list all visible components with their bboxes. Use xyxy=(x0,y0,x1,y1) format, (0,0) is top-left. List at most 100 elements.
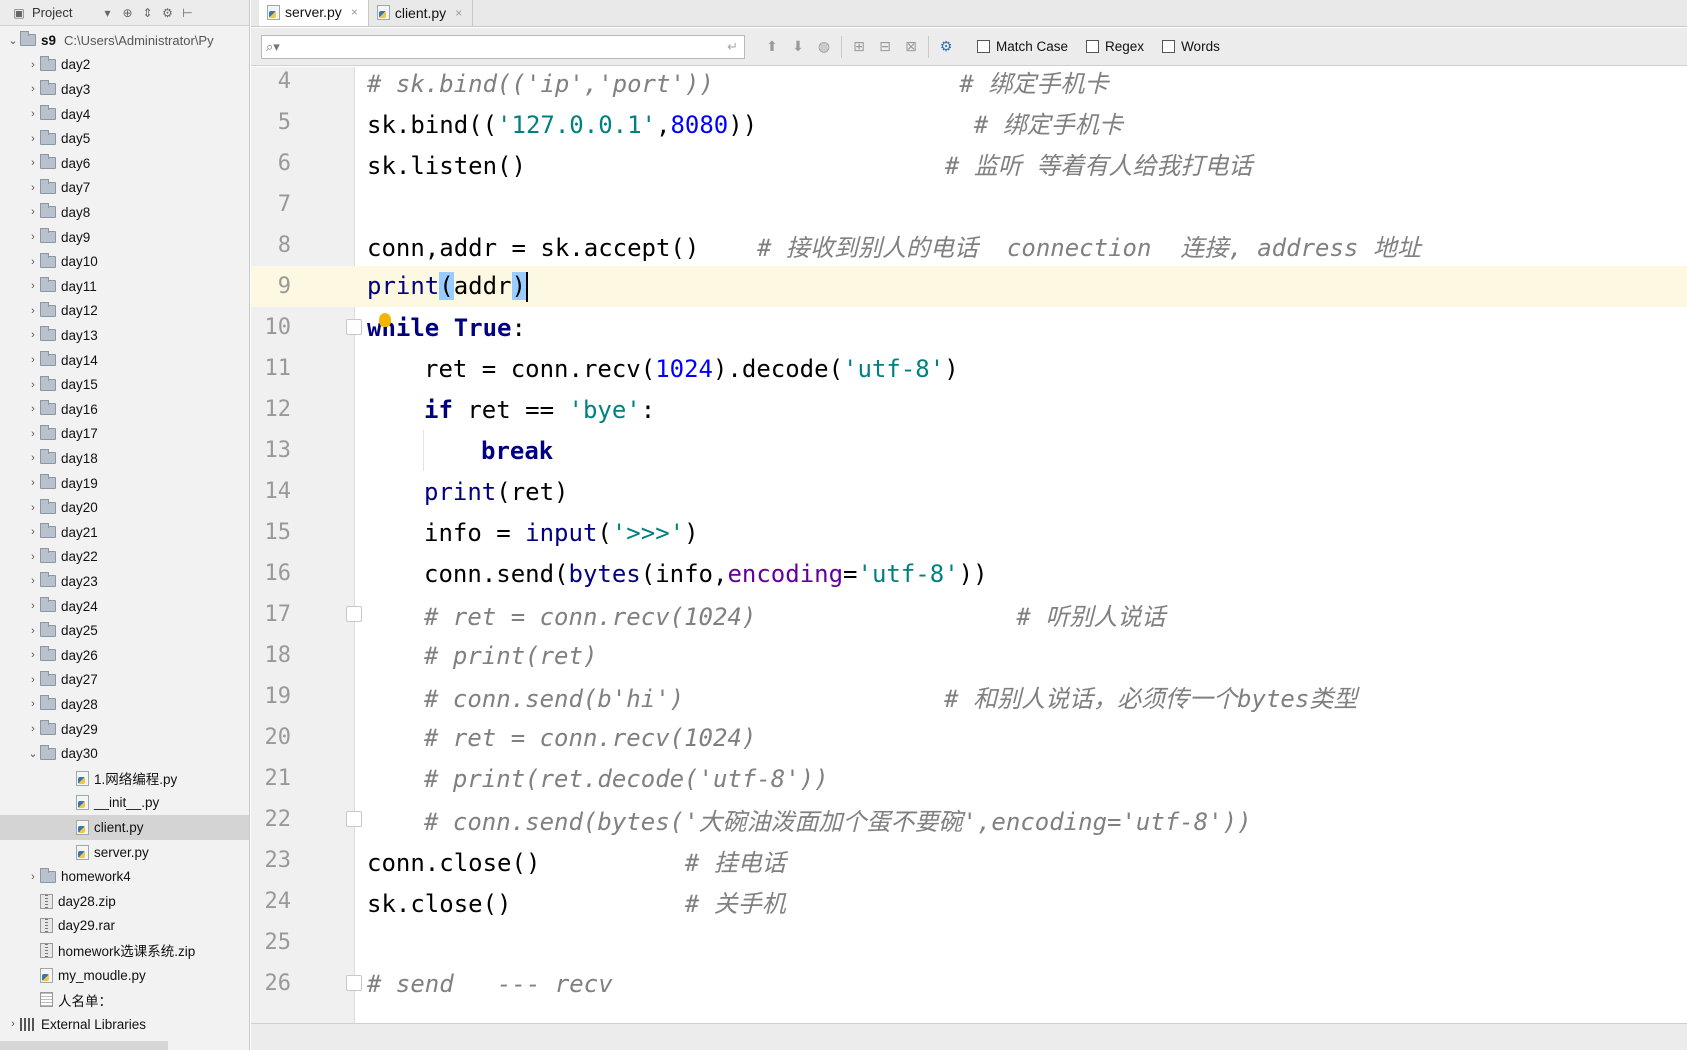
collapse-icon[interactable]: ⇕ xyxy=(140,6,154,20)
hide-icon[interactable]: ⊢ xyxy=(180,6,194,20)
previous-occurrence-icon[interactable]: ⬆ xyxy=(759,38,785,55)
tree-file[interactable]: __init__.py xyxy=(0,791,249,816)
checkbox-box[interactable] xyxy=(1086,40,1100,53)
tree-folder-day5[interactable]: › day5 xyxy=(0,126,249,151)
filter-settings-icon[interactable]: ⚙ xyxy=(933,38,959,55)
code-line[interactable]: 9 print(addr) xyxy=(251,266,1687,307)
tree-folder-day28[interactable]: › day28 xyxy=(0,692,249,717)
tree-external-libraries[interactable]: › External Libraries xyxy=(0,1012,249,1037)
tree-folder-day19[interactable]: › day19 xyxy=(0,471,249,496)
code-line[interactable]: 20 # ret = conn.recv(1024) xyxy=(251,717,1687,758)
tree-folder-day9[interactable]: › day9 xyxy=(0,225,249,250)
tab-client-py[interactable]: client.py × xyxy=(369,0,474,26)
checkbox-box[interactable] xyxy=(977,40,990,53)
chevron-right-icon[interactable]: › xyxy=(26,256,40,268)
chevron-right-icon[interactable]: › xyxy=(26,280,40,292)
fold-marker-icon[interactable] xyxy=(346,975,362,991)
remove-selection-icon[interactable]: ⊟ xyxy=(872,38,898,55)
chevron-right-icon[interactable]: › xyxy=(26,329,40,341)
chevron-right-icon[interactable]: › xyxy=(26,625,40,637)
code-line[interactable]: 17 # ret = conn.recv(1024) # 听别人说话 xyxy=(251,594,1687,635)
tree-item[interactable]: my_moudle.py xyxy=(0,963,249,988)
chevron-right-icon[interactable]: › xyxy=(6,1018,20,1030)
chevron-right-icon[interactable]: › xyxy=(26,83,40,95)
code-editor[interactable]: 4 # sk.bind(('ip','port')) # 绑定手机卡 5 sk.bin… xyxy=(251,67,1687,1023)
tree-folder-day30[interactable]: ⌄ day30 xyxy=(0,741,249,766)
tree-folder-day29[interactable]: › day29 xyxy=(0,717,249,742)
code-line[interactable]: 12 if ret == 'bye': xyxy=(251,389,1687,430)
tree-folder-day6[interactable]: › day6 xyxy=(0,151,249,176)
tree-item[interactable]: day28.zip xyxy=(0,889,249,914)
close-tab-icon[interactable]: × xyxy=(455,6,462,20)
chevron-right-icon[interactable]: › xyxy=(26,354,40,366)
code-line[interactable]: 24 sk.close() # 关手机 xyxy=(251,881,1687,922)
fold-marker-icon[interactable] xyxy=(346,319,362,335)
chevron-right-icon[interactable]: › xyxy=(26,206,40,218)
chevron-right-icon[interactable]: › xyxy=(26,477,40,489)
tree-folder-day18[interactable]: › day18 xyxy=(0,446,249,471)
tree-folder-day8[interactable]: › day8 xyxy=(0,200,249,225)
code-line[interactable]: 14 print(ret) xyxy=(251,471,1687,512)
chevron-right-icon[interactable]: › xyxy=(26,575,40,587)
find-input-wrap[interactable]: ⌕▾ ↵ xyxy=(261,34,745,59)
fold-marker-icon[interactable] xyxy=(346,811,362,827)
tree-folder-day12[interactable]: › day12 xyxy=(0,299,249,324)
tree-item[interactable]: › homework4 xyxy=(0,864,249,889)
tree-folder-day20[interactable]: › day20 xyxy=(0,495,249,520)
code-line[interactable]: 10 while True: xyxy=(251,307,1687,348)
add-selection-icon[interactable]: ⊞ xyxy=(846,38,872,55)
code-line[interactable]: 19 # conn.send(b'hi') # 和别人说话，必须传一个bytes类… xyxy=(251,676,1687,717)
tree-folder-day11[interactable]: › day11 xyxy=(0,274,249,299)
search-icon[interactable]: ⌕▾ xyxy=(266,39,280,55)
chevron-right-icon[interactable]: › xyxy=(26,428,40,440)
chevron-right-icon[interactable]: › xyxy=(26,305,40,317)
chevron-right-icon[interactable]: › xyxy=(26,133,40,145)
code-line[interactable]: 11 ret = conn.recv(1024).decode('utf-8') xyxy=(251,348,1687,389)
chevron-right-icon[interactable]: › xyxy=(26,649,40,661)
find-all-icon[interactable]: ◍ xyxy=(811,38,837,55)
tree-folder-day26[interactable]: › day26 xyxy=(0,643,249,668)
words-checkbox[interactable]: Words xyxy=(1162,39,1220,54)
code-line[interactable]: 7 xyxy=(251,184,1687,225)
chevron-right-icon[interactable]: › xyxy=(26,452,40,464)
chevron-right-icon[interactable]: › xyxy=(26,871,40,883)
code-line[interactable]: 21 # print(ret.decode('utf-8')) xyxy=(251,758,1687,799)
tree-folder-day10[interactable]: › day10 xyxy=(0,249,249,274)
dropdown-icon[interactable]: ▾ xyxy=(100,6,114,20)
find-input[interactable] xyxy=(283,36,728,57)
project-view-label[interactable]: Project xyxy=(32,5,72,20)
expanded-arrow-icon[interactable]: ⌄ xyxy=(6,34,20,47)
tree-item[interactable]: homework选课系统.zip xyxy=(0,938,249,963)
chevron-right-icon[interactable]: › xyxy=(26,600,40,612)
tree-item[interactable]: day29.rar xyxy=(0,914,249,939)
match-case-checkbox[interactable]: Match Case xyxy=(977,39,1068,54)
checkbox-box[interactable] xyxy=(1162,40,1176,53)
chevron-right-icon[interactable]: › xyxy=(26,182,40,194)
chevron-right-icon[interactable]: › xyxy=(26,403,40,415)
horizontal-scrollbar[interactable] xyxy=(0,1041,168,1050)
tree-folder-day13[interactable]: › day13 xyxy=(0,323,249,348)
chevron-right-icon[interactable]: › xyxy=(26,108,40,120)
tree-folder-day24[interactable]: › day24 xyxy=(0,594,249,619)
tree-folder-day2[interactable]: › day2 xyxy=(0,53,249,78)
tree-folder-day15[interactable]: › day15 xyxy=(0,372,249,397)
chevron-right-icon[interactable]: › xyxy=(26,231,40,243)
code-line[interactable]: 13 break xyxy=(251,430,1687,471)
code-line[interactable]: 4 # sk.bind(('ip','port')) # 绑定手机卡 xyxy=(251,67,1687,102)
locate-icon[interactable]: ⊕ xyxy=(120,6,134,20)
chevron-right-icon[interactable]: › xyxy=(26,157,40,169)
tree-root[interactable]: ⌄ s9 C:\Users\Administrator\Py xyxy=(0,28,249,53)
chevron-right-icon[interactable]: › xyxy=(26,698,40,710)
chevron-right-icon[interactable]: › xyxy=(26,674,40,686)
code-line[interactable]: 22 # conn.send(bytes('大碗油泼面加个蛋不要碗',encodi… xyxy=(251,799,1687,840)
chevron-right-icon[interactable]: › xyxy=(26,526,40,538)
intention-bulb-icon[interactable] xyxy=(379,313,391,327)
tree-folder-day27[interactable]: › day27 xyxy=(0,668,249,693)
tree-folder-day25[interactable]: › day25 xyxy=(0,618,249,643)
tree-file[interactable]: client.py xyxy=(0,815,249,840)
tree-folder-day14[interactable]: › day14 xyxy=(0,348,249,373)
tree-folder-day3[interactable]: › day3 xyxy=(0,77,249,102)
fold-marker-icon[interactable] xyxy=(346,606,362,622)
select-all-occurrences-icon[interactable]: ⊠ xyxy=(898,38,924,55)
tree-folder-day23[interactable]: › day23 xyxy=(0,569,249,594)
